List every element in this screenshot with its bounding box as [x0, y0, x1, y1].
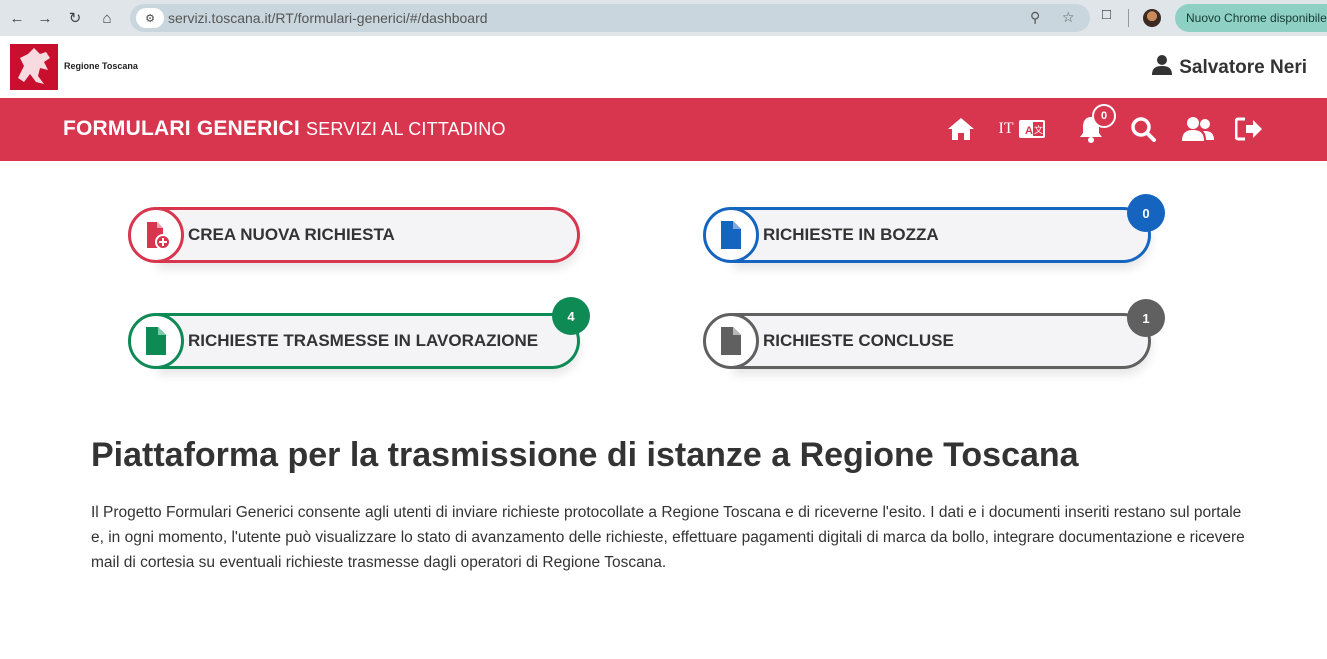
translate-icon[interactable]: A文 — [1018, 114, 1046, 144]
chrome-update-button[interactable]: Nuovo Chrome disponibile — [1175, 4, 1327, 32]
card-label: RICHIESTE CONCLUSE — [763, 331, 954, 350]
forward-icon[interactable]: → — [32, 5, 58, 31]
extensions-icon[interactable]: □ — [1102, 6, 1111, 23]
logout-icon[interactable] — [1234, 114, 1264, 144]
app-title-main: FORMULARI GENERICI — [63, 117, 300, 140]
regione-toscana-logo[interactable] — [10, 44, 58, 90]
card-label: RICHIESTE TRASMESSE IN LAVORAZIONE — [188, 331, 539, 350]
bozza-count-badge: 0 — [1127, 194, 1165, 232]
reload-icon[interactable]: ↻ — [62, 5, 88, 31]
user-icon — [1151, 54, 1173, 81]
page-description: Il Progetto Formulari Generici consente … — [91, 504, 1245, 571]
trasmesse-count-badge: 4 — [552, 297, 590, 335]
app-nav-bar: FORMULARI GENERICI SERVIZI AL CITTADINO … — [0, 98, 1327, 161]
file-icon[interactable] — [703, 207, 759, 263]
file-icon[interactable] — [703, 313, 759, 369]
back-icon[interactable]: ← — [4, 5, 30, 31]
app-subtitle: SERVIZI AL CITTADINO — [305, 119, 506, 139]
richieste-in-bozza-button[interactable]: RICHIESTE IN BOZZA — [733, 207, 1151, 263]
home-icon[interactable]: ⌂ — [94, 5, 120, 31]
toolbar-divider — [1128, 9, 1129, 27]
richieste-concluse-button[interactable]: RICHIESTE CONCLUSE — [733, 313, 1151, 369]
app-title[interactable]: FORMULARI GENERICI SERVIZI AL CITTADINO — [63, 117, 506, 141]
logo-name: Regione Toscana — [64, 61, 138, 71]
card-label: RICHIESTE IN BOZZA — [763, 225, 939, 244]
richieste-trasmesse-button[interactable]: RICHIESTE TRASMESSE IN LAVORAZIONE — [158, 313, 580, 369]
notifications-badge[interactable]: 0 — [1092, 104, 1116, 128]
users-icon[interactable] — [1180, 114, 1216, 144]
url-text[interactable]: servizi.toscana.it/RT/formulari-generici… — [168, 10, 488, 26]
card-label: CREA NUOVA RICHIESTA — [188, 225, 395, 244]
home-nav-icon[interactable] — [946, 114, 976, 144]
crea-nuova-richiesta-button[interactable]: CREA NUOVA RICHIESTA — [158, 207, 580, 263]
user-name: Salvatore Neri — [1179, 56, 1307, 78]
address-bar[interactable]: ⚙ servizi.toscana.it/RT/formulari-generi… — [130, 4, 1090, 32]
bookmark-star-icon[interactable]: ☆ — [1062, 9, 1075, 26]
file-icon[interactable] — [128, 313, 184, 369]
profile-avatar[interactable] — [1143, 9, 1161, 27]
concluse-count-badge: 1 — [1127, 299, 1165, 337]
search-icon[interactable] — [1128, 114, 1158, 144]
user-menu[interactable]: Salvatore Neri — [1151, 54, 1307, 81]
svg-text:文: 文 — [1034, 124, 1043, 135]
site-header: Regione Toscana Salvatore Neri — [0, 36, 1327, 98]
page-title: Piattaforma per la trasmissione di istan… — [91, 436, 1079, 474]
zoom-icon[interactable]: ⚲ — [1030, 9, 1040, 26]
svg-text:A: A — [1025, 125, 1033, 137]
file-plus-icon[interactable] — [128, 207, 184, 263]
site-info-icon[interactable]: ⚙ — [136, 8, 164, 28]
browser-toolbar: ← → ↻ ⌂ ⚙ servizi.toscana.it/RT/formular… — [0, 0, 1327, 36]
language-code[interactable]: IT — [995, 114, 1017, 144]
